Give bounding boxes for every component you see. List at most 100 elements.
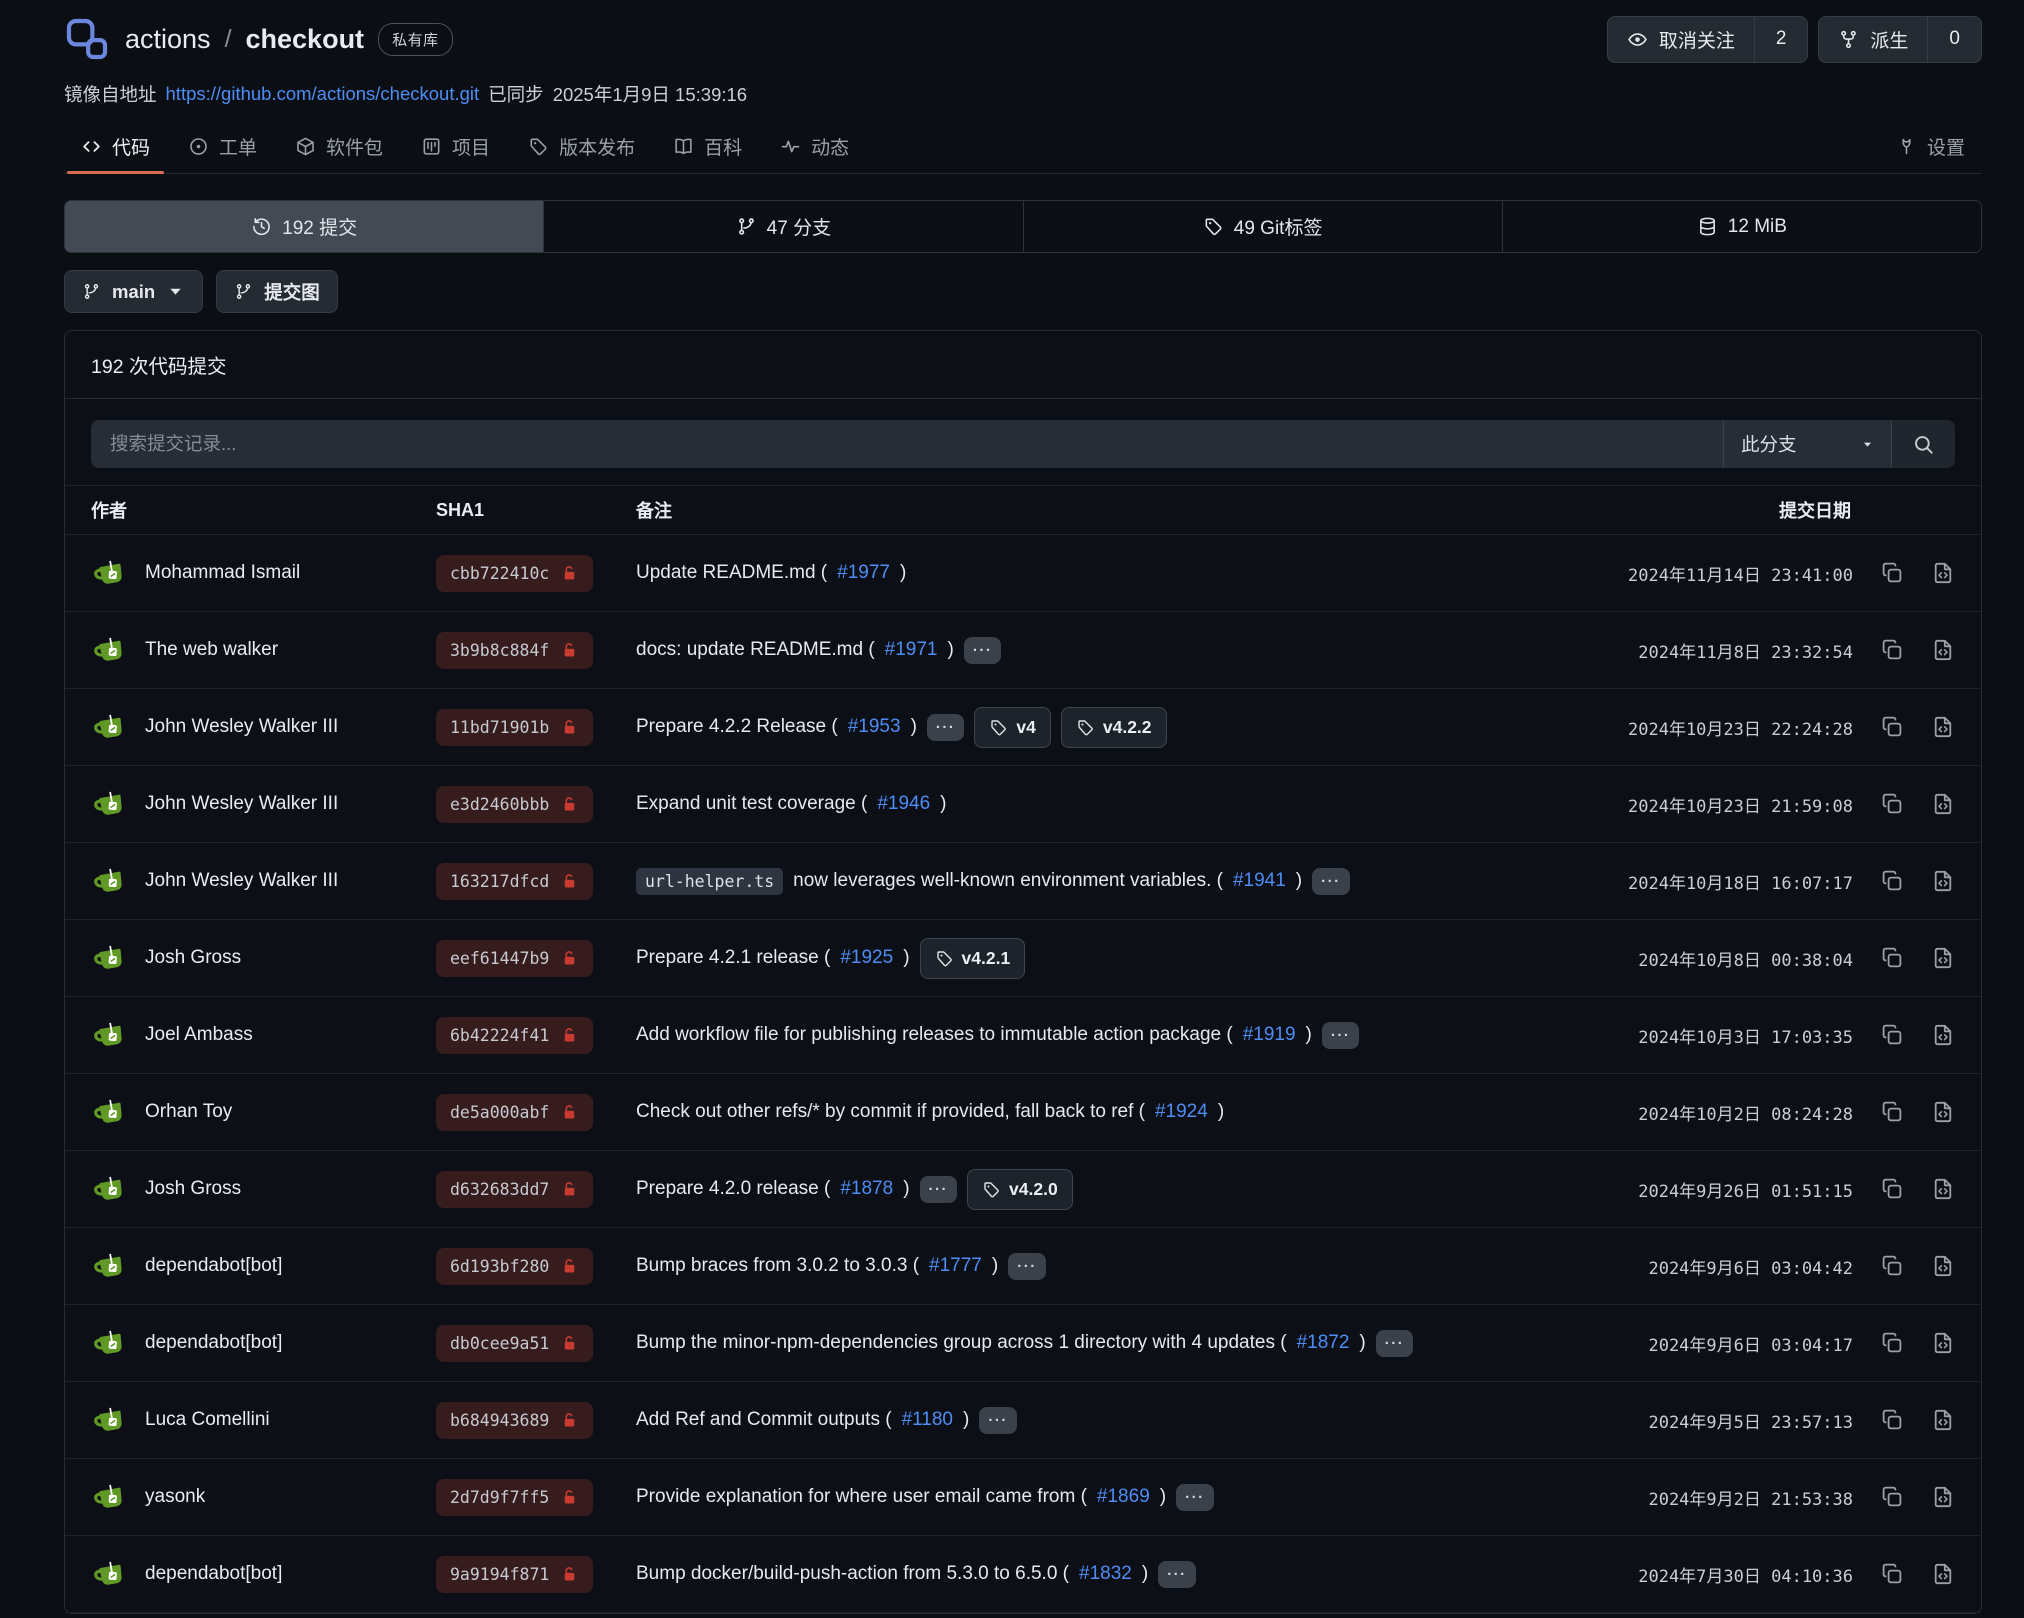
commit-search-input[interactable] [91, 420, 1723, 468]
author-link[interactable]: Mohammad Ismail [145, 562, 300, 584]
expand-commit-body-button[interactable]: ··· [964, 637, 1002, 664]
fork-button[interactable]: 派生 [1819, 17, 1927, 62]
issue-link[interactable]: #1953 [848, 716, 901, 738]
expand-commit-body-button[interactable]: ··· [1158, 1561, 1196, 1588]
author-link[interactable]: John Wesley Walker III [145, 716, 338, 738]
branch-selector[interactable]: main [64, 270, 203, 313]
search-submit-button[interactable] [1891, 420, 1955, 468]
browse-source-icon[interactable] [1931, 561, 1955, 585]
tab-activity[interactable]: 动态 [763, 119, 866, 173]
copy-sha-icon[interactable] [1880, 1485, 1904, 1509]
branch-filter-dropdown[interactable]: 此分支 [1723, 420, 1891, 468]
author-link[interactable]: dependabot[bot] [145, 1563, 282, 1585]
issue-link[interactable]: #1941 [1233, 870, 1286, 892]
expand-commit-body-button[interactable]: ··· [1312, 868, 1350, 895]
tab-settings[interactable]: 设置 [1879, 119, 1982, 173]
issue-link[interactable]: #1777 [929, 1255, 982, 1277]
author-link[interactable]: John Wesley Walker III [145, 870, 338, 892]
issue-link[interactable]: #1878 [840, 1178, 893, 1200]
expand-commit-body-button[interactable]: ··· [927, 714, 965, 741]
tab-issues[interactable]: 工单 [171, 119, 274, 173]
commit-graph-button[interactable]: 提交图 [216, 270, 338, 313]
tab-releases[interactable]: 版本发布 [511, 119, 652, 173]
copy-sha-icon[interactable] [1880, 792, 1904, 816]
browse-source-icon[interactable] [1931, 715, 1955, 739]
commit-sha-link[interactable]: 6d193bf280 [436, 1248, 593, 1285]
stat-tags[interactable]: 49 Git标签 [1023, 201, 1502, 252]
copy-sha-icon[interactable] [1880, 1562, 1904, 1586]
issue-link[interactable]: #1919 [1243, 1024, 1296, 1046]
tag-chip[interactable]: v4.2.1 [920, 938, 1026, 979]
browse-source-icon[interactable] [1931, 1331, 1955, 1355]
tag-chip[interactable]: v4.2.2 [1061, 707, 1167, 748]
watchers-count[interactable]: 2 [1754, 17, 1808, 62]
tab-wiki[interactable]: 百科 [656, 119, 759, 173]
author-link[interactable]: Josh Gross [145, 947, 241, 969]
commit-sha-link[interactable]: b684943689 [436, 1402, 593, 1439]
copy-sha-icon[interactable] [1880, 946, 1904, 970]
browse-source-icon[interactable] [1931, 1485, 1955, 1509]
browse-source-icon[interactable] [1931, 946, 1955, 970]
expand-commit-body-button[interactable]: ··· [1322, 1022, 1360, 1049]
commit-sha-link[interactable]: cbb722410c [436, 555, 593, 592]
expand-commit-body-button[interactable]: ··· [1376, 1330, 1414, 1357]
author-link[interactable]: yasonk [145, 1486, 205, 1508]
copy-sha-icon[interactable] [1880, 1023, 1904, 1047]
commit-sha-link[interactable]: 6b42224f41 [436, 1017, 593, 1054]
tag-chip[interactable]: v4 [974, 707, 1050, 748]
issue-link[interactable]: #1925 [840, 947, 893, 969]
copy-sha-icon[interactable] [1880, 1177, 1904, 1201]
expand-commit-body-button[interactable]: ··· [979, 1407, 1017, 1434]
commit-sha-link[interactable]: 11bd71901b [436, 709, 593, 746]
browse-source-icon[interactable] [1931, 1023, 1955, 1047]
commit-sha-link[interactable]: 2d7d9f7ff5 [436, 1479, 593, 1516]
forks-count[interactable]: 0 [1927, 17, 1981, 62]
issue-link[interactable]: #1832 [1079, 1563, 1132, 1585]
issue-link[interactable]: #1977 [837, 562, 890, 584]
browse-source-icon[interactable] [1931, 1408, 1955, 1432]
issue-link[interactable]: #1869 [1097, 1486, 1150, 1508]
repo-name-link[interactable]: checkout [246, 24, 365, 55]
browse-source-icon[interactable] [1931, 638, 1955, 662]
commit-sha-link[interactable]: 163217dfcd [436, 863, 593, 900]
browse-source-icon[interactable] [1931, 1177, 1955, 1201]
copy-sha-icon[interactable] [1880, 1100, 1904, 1124]
browse-source-icon[interactable] [1931, 869, 1955, 893]
author-link[interactable]: dependabot[bot] [145, 1332, 282, 1354]
author-link[interactable]: Luca Comellini [145, 1409, 270, 1431]
mirror-url-link[interactable]: https://github.com/actions/checkout.git [166, 83, 480, 105]
author-link[interactable]: The web walker [145, 639, 278, 661]
commit-sha-link[interactable]: db0cee9a51 [436, 1325, 593, 1362]
author-link[interactable]: John Wesley Walker III [145, 793, 338, 815]
issue-link[interactable]: #1872 [1297, 1332, 1350, 1354]
copy-sha-icon[interactable] [1880, 869, 1904, 893]
copy-sha-icon[interactable] [1880, 561, 1904, 585]
issue-link[interactable]: #1971 [885, 639, 938, 661]
browse-source-icon[interactable] [1931, 1562, 1955, 1586]
tab-packages[interactable]: 软件包 [278, 119, 400, 173]
expand-commit-body-button[interactable]: ··· [1176, 1484, 1214, 1511]
expand-commit-body-button[interactable]: ··· [920, 1176, 958, 1203]
tab-projects[interactable]: 项目 [404, 119, 507, 173]
expand-commit-body-button[interactable]: ··· [1008, 1253, 1046, 1280]
issue-link[interactable]: #1180 [902, 1409, 953, 1431]
author-link[interactable]: dependabot[bot] [145, 1255, 282, 1277]
tab-code[interactable]: 代码 [64, 119, 167, 173]
issue-link[interactable]: #1946 [877, 793, 930, 815]
author-link[interactable]: Orhan Toy [145, 1101, 232, 1123]
commit-sha-link[interactable]: de5a000abf [436, 1094, 593, 1131]
commit-sha-link[interactable]: 9a9194f871 [436, 1556, 593, 1593]
unwatch-button[interactable]: 取消关注 [1608, 17, 1754, 62]
tag-chip[interactable]: v4.2.0 [967, 1169, 1073, 1210]
browse-source-icon[interactable] [1931, 1100, 1955, 1124]
commit-sha-link[interactable]: eef61447b9 [436, 940, 593, 977]
copy-sha-icon[interactable] [1880, 1254, 1904, 1278]
stat-branches[interactable]: 47 分支 [543, 201, 1022, 252]
browse-source-icon[interactable] [1931, 792, 1955, 816]
commit-sha-link[interactable]: e3d2460bbb [436, 786, 593, 823]
repo-owner-link[interactable]: actions [125, 24, 211, 55]
copy-sha-icon[interactable] [1880, 638, 1904, 662]
commit-sha-link[interactable]: 3b9b8c884f [436, 632, 593, 669]
copy-sha-icon[interactable] [1880, 715, 1904, 739]
copy-sha-icon[interactable] [1880, 1408, 1904, 1432]
